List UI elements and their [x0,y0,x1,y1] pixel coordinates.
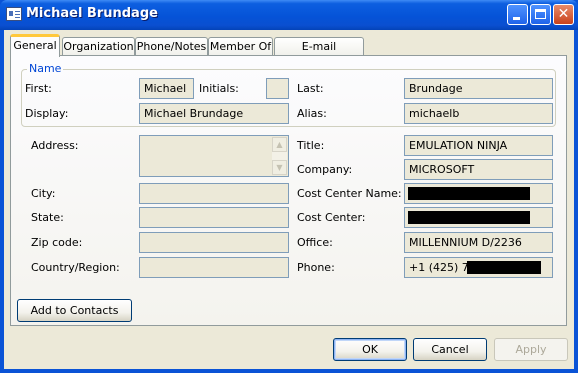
dialog-window: Michael Brundage ✕ General Organization … [0,0,578,373]
zip-code-label: Zip code: [31,236,83,249]
minimize-icon [513,17,520,20]
phone-value: +1 (425) 70 [409,261,476,274]
address-field[interactable]: ▲ ▼ [139,135,289,177]
title-field[interactable]: EMULATION NINJA [404,135,553,156]
title-label: Title: [297,139,325,152]
tab-organization[interactable]: Organization [62,37,135,56]
phone-field[interactable]: +1 (425) 70 [404,257,553,278]
city-label: City: [31,187,56,200]
cost-center-name-label: Cost Center Name: [297,187,402,200]
maximize-icon [535,9,546,19]
tab-general[interactable]: General [10,34,60,57]
display-name-label: Display: [25,107,69,120]
general-tab-panel: Name First: Michael Initials: Last: Brun… [10,55,567,326]
first-name-field[interactable]: Michael [139,78,194,99]
phone-label: Phone: [297,261,335,274]
cost-center-name-field[interactable] [404,183,553,204]
dialog-body: General Organization Phone/Notes Member … [4,30,574,369]
tab-phone-notes[interactable]: Phone/Notes [135,37,208,56]
window-title: Michael Brundage [26,6,158,21]
office-label: Office: [297,236,333,249]
alias-label: Alias: [297,107,327,120]
city-field[interactable] [139,183,289,204]
country-region-label: Country/Region: [31,261,120,274]
address-scrollbar[interactable]: ▲ ▼ [272,137,287,175]
redaction-block [408,187,530,200]
last-name-label: Last: [297,82,324,95]
contact-card-icon [6,7,22,21]
display-name-field[interactable]: Michael Brundage [139,103,289,124]
ok-button[interactable]: OK [333,338,407,361]
initials-field[interactable] [266,78,289,99]
name-group-legend: Name [27,62,64,75]
redaction-block [467,261,541,274]
maximize-button[interactable] [530,4,551,25]
scroll-up-icon[interactable]: ▲ [272,137,287,152]
zip-code-field[interactable] [139,232,289,253]
tab-email-addresses[interactable]: E-mail Addresses [274,37,364,70]
apply-button[interactable]: Apply [494,338,568,361]
office-field[interactable]: MILLENNIUM D/2236 [404,232,553,253]
title-bar[interactable]: Michael Brundage ✕ [0,0,578,30]
last-name-field[interactable]: Brundage [404,78,553,99]
tab-member-of[interactable]: Member Of [208,37,273,56]
scroll-down-icon[interactable]: ▼ [272,160,287,175]
close-button[interactable]: ✕ [553,4,574,25]
state-field[interactable] [139,207,289,228]
minimize-button[interactable] [507,4,528,25]
country-region-field[interactable] [139,257,289,278]
company-field[interactable]: MICROSOFT [404,159,553,180]
company-label: Company: [297,163,353,176]
cancel-button[interactable]: Cancel [413,338,487,361]
add-to-contacts-button[interactable]: Add to Contacts [17,299,132,322]
close-icon: ✕ [557,6,570,22]
initials-label: Initials: [199,82,239,95]
cost-center-label: Cost Center: [297,211,366,224]
cost-center-field[interactable] [404,207,553,228]
alias-field[interactable]: michaelb [404,103,553,124]
state-label: State: [31,211,64,224]
first-name-label: First: [25,82,52,95]
address-label: Address: [31,139,79,152]
redaction-block [408,211,530,224]
